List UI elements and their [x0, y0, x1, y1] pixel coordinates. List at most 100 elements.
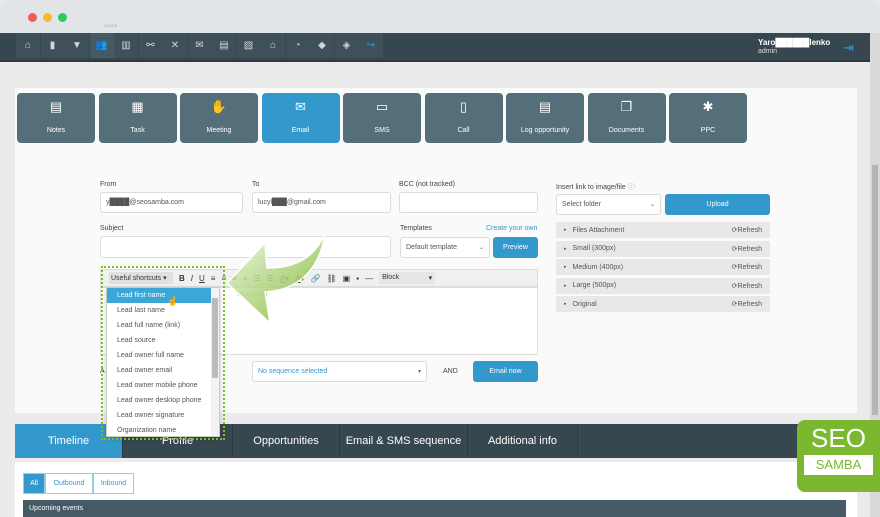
refresh-label: Refresh — [737, 301, 762, 308]
tile-label: Call — [457, 127, 470, 134]
pie-icon[interactable]: ◔ — [285, 33, 310, 58]
folder-value: Select folder — [562, 201, 601, 208]
folder-row[interactable]: ▸ Original ⟳Refresh — [556, 296, 770, 312]
media-icon[interactable]: ▪ — [356, 274, 359, 283]
image-icon[interactable]: ▣ — [343, 274, 351, 283]
call-icon: ▯ — [459, 99, 468, 114]
tile-call[interactable]: ▯ Call — [424, 93, 503, 143]
mail-icon[interactable]: ✉ — [187, 33, 212, 58]
funnel-icon[interactable]: ▼ — [65, 33, 89, 58]
filter-all[interactable]: All — [23, 473, 45, 494]
tile-task[interactable]: ▦ Task — [98, 93, 177, 143]
logout-icon[interactable]: ⇥ — [843, 40, 854, 56]
folder-row[interactable]: ▸ Small (300px) ⟳Refresh — [556, 240, 770, 257]
folder-name: Large (500px) — [572, 282, 617, 289]
user-name[interactable]: Yaro██████lenko — [758, 38, 830, 47]
sequence-value: No sequence selected — [258, 368, 328, 375]
refresh-button[interactable]: ⟳Refresh — [732, 300, 762, 308]
maximize-window-dot[interactable] — [58, 13, 67, 22]
close-window-dot[interactable] — [28, 13, 37, 22]
page-scrollbar-thumb[interactable] — [872, 165, 878, 415]
tile-documents[interactable]: ❐ Documents — [587, 93, 666, 143]
tile-sms[interactable]: ▭ SMS — [343, 93, 421, 143]
green-arrow-annotation — [225, 232, 326, 326]
network-icon[interactable]: ⚯ — [138, 33, 163, 58]
hr-icon[interactable]: — — [365, 274, 373, 283]
tile-email[interactable]: ✉ Email — [261, 93, 340, 143]
notes-icon: ▤ — [49, 99, 63, 114]
from-field[interactable]: y████@seosamba.com — [100, 192, 243, 213]
upload-button[interactable]: Upload — [665, 194, 770, 215]
tools-icon[interactable]: ✕ — [163, 33, 187, 58]
template-select[interactable]: Default template ⌄ — [400, 237, 490, 258]
tile-label: Meeting — [206, 127, 232, 134]
tile-notes[interactable]: ▤ Notes — [17, 93, 95, 143]
chart-icon[interactable]: ▮ — [40, 33, 65, 58]
chevron-down-icon: ▾ — [417, 369, 421, 375]
home-icon[interactable]: ⌂ — [16, 33, 40, 58]
share-icon[interactable]: ↪ — [359, 33, 383, 58]
refresh-label: Refresh — [737, 264, 762, 271]
create-your-own-link[interactable]: Create your own — [486, 225, 537, 232]
to-field[interactable]: lucyl███@gmail.com — [252, 192, 391, 213]
sequence-select[interactable]: No sequence selected ▾ — [252, 361, 427, 382]
refresh-button[interactable]: ⟳Refresh — [732, 226, 762, 234]
nav-active-label: LEADS — [104, 23, 118, 28]
caret-right-icon: ▸ — [564, 301, 567, 307]
folder-row[interactable]: ▸ Files Attachment ⟳Refresh — [556, 222, 770, 238]
document-icon[interactable]: ▤ — [212, 33, 236, 58]
block-format-select[interactable]: Block ▾ — [379, 272, 436, 284]
chevron-down-icon: ⌄ — [649, 202, 655, 208]
tile-log-opportunity[interactable]: ▤ Log opportunity — [506, 93, 584, 143]
folder-name: Small (300px) — [572, 245, 616, 252]
caret-right-icon: ▸ — [564, 282, 567, 289]
user-role: admin — [758, 48, 778, 55]
bcc-field[interactable] — [399, 192, 538, 213]
logo-seo: SEO — [811, 423, 866, 453]
task-icon: ▦ — [131, 99, 144, 114]
and-label: AND — [443, 368, 458, 375]
building-icon[interactable]: ▥ — [114, 33, 138, 58]
handshake-icon[interactable]: ◈ — [334, 33, 359, 58]
sms-icon: ▭ — [375, 99, 389, 114]
meeting-icon: ✋ — [210, 99, 228, 114]
caret-right-icon: ▸ — [564, 245, 567, 252]
folder-select[interactable]: Select folder ⌄ — [556, 194, 661, 215]
insert-link-text: Insert link to image/file — [556, 184, 626, 191]
to-label: To — [252, 181, 260, 188]
help-icon[interactable]: ⓘ — [628, 184, 635, 191]
tab-email-sms-sequence[interactable]: Email & SMS sequence — [340, 424, 468, 458]
logo-samba: SAMBA — [804, 455, 873, 475]
highlight-box — [101, 266, 225, 440]
minimize-window-dot[interactable] — [43, 13, 52, 22]
from-label: From — [100, 181, 117, 188]
upcoming-events-header: Upcoming events — [23, 500, 846, 517]
folder-row[interactable]: ▸ Medium (400px) ⟳Refresh — [556, 259, 770, 275]
insert-link-label: Insert link to image/file ⓘ — [556, 182, 635, 192]
browser-chrome — [0, 0, 880, 33]
refresh-button[interactable]: ⟳Refresh — [732, 263, 762, 271]
filter-inbound[interactable]: Inbound — [93, 473, 134, 494]
preview-button[interactable]: Preview — [493, 237, 538, 258]
refresh-label: Refresh — [737, 245, 762, 253]
tile-label: Email — [291, 127, 310, 134]
tile-ppc[interactable]: ✱ PPC — [669, 93, 747, 143]
refresh-button[interactable]: ⟳Refresh — [732, 282, 762, 290]
tag-icon[interactable]: ◆ — [310, 33, 334, 58]
seosamba-logo: SEO SAMBA — [797, 420, 880, 492]
tab-opportunities[interactable]: Opportunities — [233, 424, 340, 458]
tab-additional-info[interactable]: Additional info — [468, 424, 578, 458]
filter-outbound[interactable]: Outbound — [45, 473, 93, 494]
store-icon[interactable]: ⌂ — [261, 33, 285, 58]
caret-right-icon: ▸ — [564, 264, 567, 270]
template-value: Default template — [406, 244, 457, 251]
clipboard-icon[interactable]: ▧ — [236, 33, 261, 58]
folder-row[interactable]: ▸ Large (500px) ⟳Refresh — [556, 277, 770, 294]
refresh-button[interactable]: ⟳Refresh — [732, 245, 762, 253]
leads-icon[interactable]: 👥 — [89, 33, 114, 58]
refresh-label: Refresh — [737, 227, 762, 234]
documents-icon: ❐ — [620, 99, 633, 114]
folder-name: Files Attachment — [572, 226, 625, 234]
tile-meeting[interactable]: ✋ Meeting — [180, 93, 258, 143]
email-now-button[interactable]: Email now — [473, 361, 538, 382]
